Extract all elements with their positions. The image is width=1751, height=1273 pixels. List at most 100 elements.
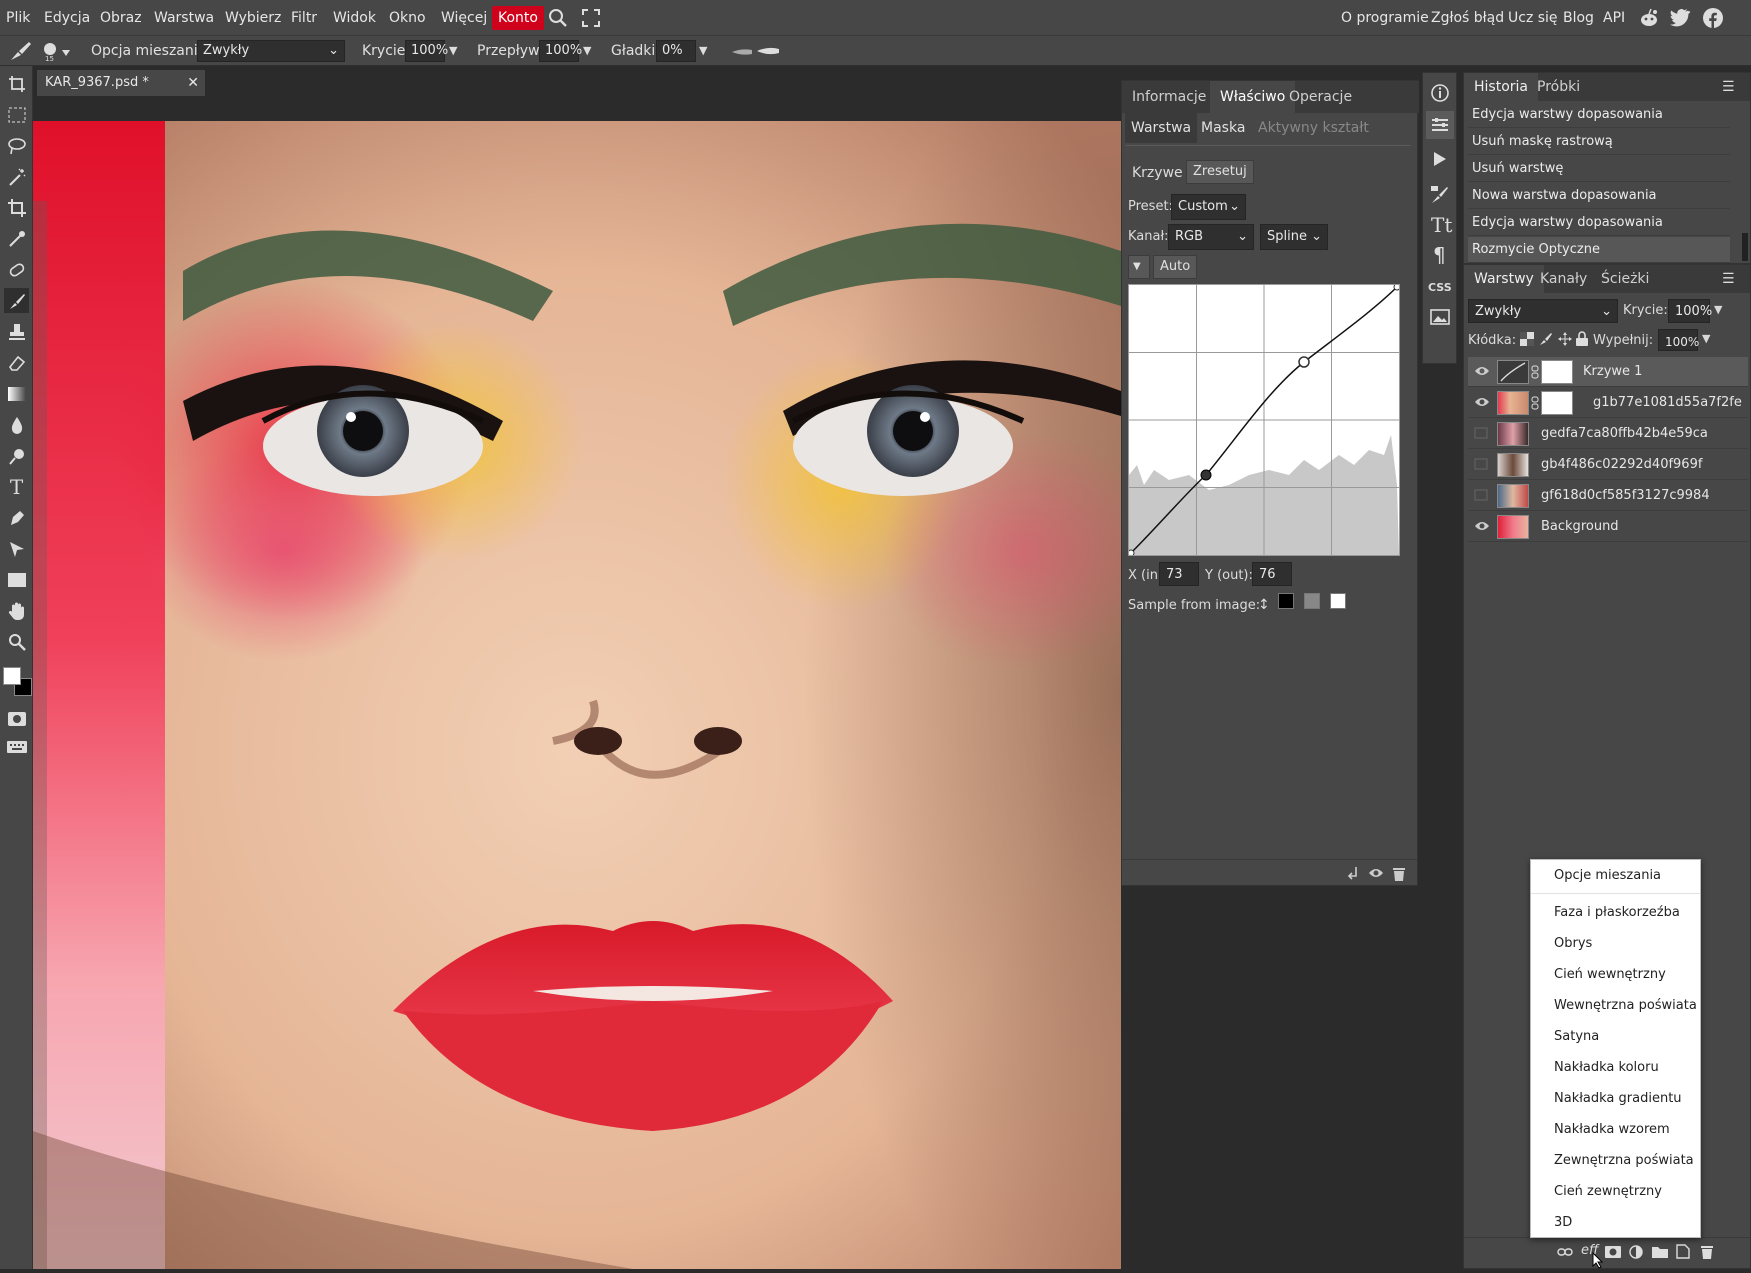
sample-white-swatch[interactable] [1330,593,1346,609]
magic-wand-icon[interactable] [4,164,29,189]
lock-transparency-icon[interactable] [1520,332,1534,350]
fullscreen-icon[interactable] [582,0,600,36]
type-icon[interactable]: T [4,474,29,499]
menu-window[interactable]: Okno [389,0,426,36]
folder-icon[interactable] [1652,1245,1668,1262]
fill-dropdown-icon[interactable]: ▼ [1702,332,1710,345]
lock-position-icon[interactable] [1558,332,1572,350]
eye-icon[interactable] [1474,396,1490,410]
curves-graph[interactable] [1127,283,1401,557]
fill-input[interactable]: 100% [1658,329,1699,351]
lock-pixels-icon[interactable] [1539,332,1553,350]
brush-icon[interactable] [4,288,29,313]
menu-file[interactable]: Plik [6,0,30,36]
clip-to-layer-icon[interactable] [1346,866,1360,886]
keyboard-icon[interactable] [4,734,29,759]
layer-row[interactable]: g1b77e1081d55a7f2fe [1468,388,1748,418]
sample-arrows-icon[interactable]: ↕ [1258,597,1270,613]
image-icon[interactable] [1430,309,1450,329]
account-button[interactable]: Konto [492,6,544,30]
opacity-input[interactable]: 100% [405,40,448,62]
paragraph-icon[interactable]: ¶ [1433,243,1446,267]
tab-paths[interactable]: Ścieżki [1591,265,1659,293]
history-menu-icon[interactable]: ☰ [1722,79,1735,95]
delete-layer-icon[interactable] [1700,1244,1714,1263]
pressure-size-icon[interactable] [756,45,780,61]
interpolation-select[interactable]: Spline ⌄ [1260,224,1328,250]
curve-options-button[interactable]: ▼ [1128,255,1150,279]
play-icon[interactable] [1433,151,1447,171]
menu-item-outer-glow[interactable]: Zewnętrzna poświata [1554,1146,1694,1176]
history-item[interactable]: Usuń maskę rastrową [1468,129,1730,155]
menu-item-stroke[interactable]: Obrys [1554,929,1592,959]
y-out-input[interactable]: 76 [1252,562,1292,586]
menu-about[interactable]: O programie [1341,0,1429,36]
tab-swatches[interactable]: Próbki [1527,73,1590,101]
rectangle-icon[interactable] [4,567,29,592]
menu-edit[interactable]: Edycja [44,0,90,36]
add-mask-icon[interactable] [1605,1246,1621,1262]
link-layers-icon[interactable] [1557,1246,1573,1261]
search-icon[interactable] [548,0,568,36]
artboard-icon[interactable] [4,71,29,96]
menu-item-color-overlay[interactable]: Nakładka koloru [1554,1053,1659,1083]
color-swatches[interactable] [2,666,32,698]
gradient-icon[interactable] [4,381,29,406]
menu-report-bug[interactable]: Zgłoś błąd [1431,0,1504,36]
canvas[interactable] [33,121,1121,1269]
menu-item-drop-shadow[interactable]: Cień zewnętrzny [1554,1177,1662,1207]
tab-actions[interactable]: Operacje [1279,81,1362,113]
dodge-icon[interactable] [4,443,29,468]
flow-dropdown-icon[interactable]: ▼ [583,36,591,66]
history-item[interactable]: Edycja warstwy dopasowania [1468,102,1730,128]
menu-item-inner-shadow[interactable]: Cień wewnętrzny [1554,960,1666,990]
history-item-current[interactable]: Rozmycie Optyczne [1468,237,1730,263]
curve-point-white[interactable] [1393,283,1401,291]
layer-row[interactable]: Background [1468,512,1748,542]
subtab-layer[interactable]: Warstwa [1125,113,1198,143]
pressure-opacity-icon[interactable] [731,46,753,61]
eye-icon[interactable] [1474,365,1490,379]
preset-select[interactable]: Custom ⌄ [1171,194,1246,220]
layer-opacity-input[interactable]: 100% [1668,299,1712,323]
quick-mask-icon[interactable] [4,706,29,731]
eyedropper-icon[interactable] [4,226,29,251]
menu-learn[interactable]: Ucz się [1508,0,1558,36]
layer-mask-thumbnail[interactable] [1541,391,1573,415]
clone-stamp-icon[interactable] [4,319,29,344]
menu-view[interactable]: Widok [333,0,376,36]
info-icon[interactable] [1430,83,1450,107]
new-layer-icon[interactable] [1676,1244,1690,1263]
sample-gray-swatch[interactable] [1304,593,1320,609]
smooth-input[interactable]: 0% [656,40,696,62]
history-item[interactable]: Edycja warstwy dopasowania [1468,210,1730,236]
crop-icon[interactable] [4,195,29,220]
healing-brush-icon[interactable] [4,257,29,282]
hand-icon[interactable] [4,598,29,623]
facebook-icon[interactable] [1703,0,1723,36]
menu-item-bevel-emboss[interactable]: Faza i płaskorzeźba [1554,898,1680,928]
pen-icon[interactable] [4,505,29,530]
layer-blend-select[interactable]: Zwykły ⌄ [1468,299,1618,323]
subtab-live-shape[interactable]: Aktywny kształt [1252,113,1375,143]
layers-menu-icon[interactable]: ☰ [1722,271,1735,287]
brush-settings-icon[interactable] [1430,185,1450,209]
curve-point-black[interactable] [1127,549,1135,557]
history-item[interactable]: Nowa warstwa dopasowania [1468,183,1730,209]
menu-image[interactable]: Obraz [100,0,142,36]
menu-item-3d[interactable]: 3D [1554,1208,1572,1238]
hidden-layer-checkbox[interactable] [1474,427,1490,441]
menu-layer[interactable]: Warstwa [154,0,214,36]
layer-opacity-dropdown-icon[interactable]: ▼ [1714,303,1722,316]
x-in-input[interactable]: 73 [1159,562,1199,586]
layer-mask-thumbnail[interactable] [1541,360,1573,384]
menu-item-inner-glow[interactable]: Wewnętrzna poświata [1554,991,1697,1021]
history-scrollbar[interactable] [1742,233,1748,261]
flow-input[interactable]: 100% [539,40,582,62]
smooth-dropdown-icon[interactable]: ▼ [699,36,707,66]
brush-preset-icon[interactable]: 15 [42,42,72,66]
close-icon[interactable]: ✕ [187,70,199,96]
history-item[interactable]: Usuń warstwę [1468,156,1730,182]
menu-api[interactable]: API [1603,0,1625,36]
tab-channels[interactable]: Kanały [1530,265,1597,293]
